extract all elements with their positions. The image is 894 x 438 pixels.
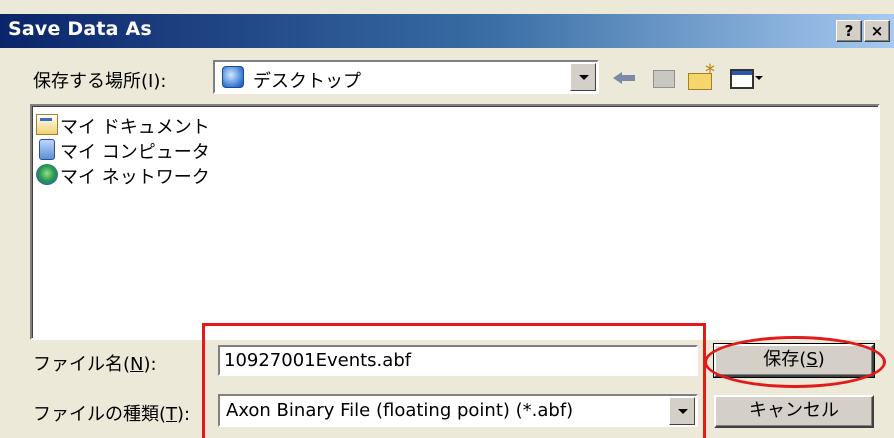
list-item-label: マイ ドキュメント [60, 117, 210, 138]
my-computer-icon [39, 139, 55, 160]
save-location-value: デスクトップ [253, 71, 361, 92]
file-type-label: ファイルの種類(T): [33, 404, 191, 425]
cancel-button[interactable]: キャンセル [714, 395, 874, 428]
list-item-label: マイ コンピュータ [60, 142, 210, 163]
list-item-label: マイ ネットワーク [60, 167, 210, 188]
help-button[interactable]: ? [836, 20, 862, 42]
back-icon[interactable] [613, 64, 637, 90]
up-folder-icon[interactable] [651, 64, 677, 90]
close-button[interactable]: × [864, 20, 890, 42]
annotation-highlight-ellipse [704, 336, 886, 388]
my-documents-icon [36, 114, 58, 135]
save-location-dropdown[interactable]: デスクトップ [213, 60, 599, 94]
file-list[interactable]: マイ ドキュメント マイ コンピュータ マイ ネットワーク [30, 104, 880, 340]
file-name-label: ファイル名(N): [33, 354, 157, 375]
desktop-icon [222, 66, 244, 88]
save-data-as-dialog: Save Data As ? × 保存する場所(I): デスクトップ マイ ドキ… [0, 0, 894, 438]
new-folder-icon[interactable] [686, 60, 718, 90]
title-bar[interactable]: Save Data As ? × [0, 14, 894, 48]
chevron-down-icon[interactable] [570, 63, 596, 91]
my-network-icon [36, 164, 58, 185]
views-menu-icon[interactable] [728, 64, 764, 90]
annotation-highlight-box [202, 323, 706, 438]
save-location-label: 保存する場所(I): [33, 71, 167, 92]
dialog-title: Save Data As [8, 18, 152, 40]
